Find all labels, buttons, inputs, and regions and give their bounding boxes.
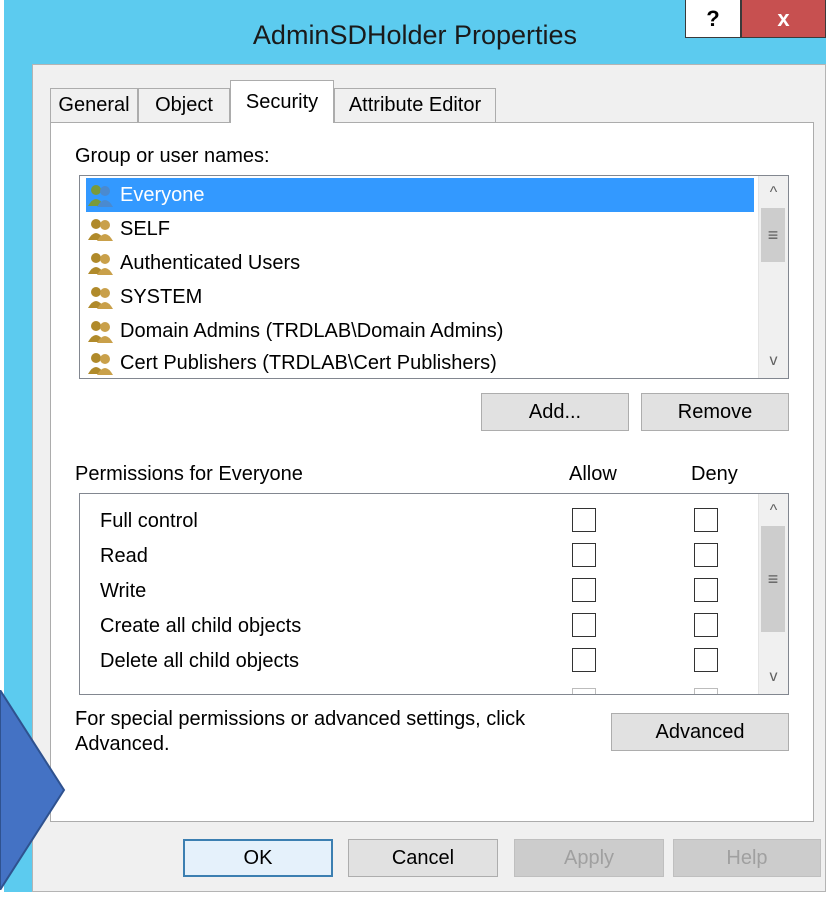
user-name: Authenticated Users: [120, 251, 301, 274]
advanced-hint-line2: Advanced.: [75, 733, 170, 755]
cancel-button[interactable]: Cancel: [348, 839, 498, 877]
tab-general[interactable]: General: [50, 88, 138, 122]
user-list-item-self[interactable]: SELF: [86, 212, 754, 246]
permission-row-write: Write: [100, 579, 147, 602]
callout-arrow-icon: [0, 690, 66, 890]
apply-button[interactable]: Apply: [514, 839, 664, 877]
tab-security[interactable]: Security: [230, 80, 334, 123]
scroll-thumb[interactable]: ≡: [761, 208, 785, 262]
dialog-client-area: General Object Security Attribute Editor…: [32, 64, 826, 892]
allow-column-header: Allow: [569, 463, 617, 485]
user-list-item-domain-admins[interactable]: Domain Admins (TRDLAB\Domain Admins): [86, 314, 754, 348]
user-group-icon: [88, 321, 113, 343]
remove-button[interactable]: Remove: [641, 393, 789, 431]
permissions-list[interactable]: Full control Read Write Create all child…: [79, 493, 789, 695]
scroll-up-icon[interactable]: ^: [759, 496, 788, 526]
permissions-for-label: Permissions for Everyone: [75, 463, 303, 485]
properties-window: AdminSDHolder Properties ? x General Obj…: [4, 0, 826, 892]
deny-checkbox-partial: [694, 688, 718, 694]
security-tab-panel: Group or user names: Everyone SELF Authe…: [50, 122, 814, 822]
tab-object[interactable]: Object: [138, 88, 230, 122]
allow-checkbox-read[interactable]: [572, 543, 596, 567]
user-list-item-authenticated-users[interactable]: Authenticated Users: [86, 246, 754, 280]
scroll-thumb[interactable]: ≡: [761, 526, 785, 632]
advanced-hint-line1: For special permissions or advanced sett…: [75, 708, 526, 730]
permission-row-full-control: Full control: [100, 509, 198, 532]
help-button[interactable]: Help: [673, 839, 821, 877]
user-group-icon: [88, 185, 113, 207]
user-name: SYSTEM: [120, 285, 203, 308]
user-list-item-everyone[interactable]: Everyone: [86, 178, 754, 212]
allow-checkbox-delete-child[interactable]: [572, 648, 596, 672]
deny-checkbox-full-control[interactable]: [694, 508, 718, 532]
deny-checkbox-delete-child[interactable]: [694, 648, 718, 672]
deny-column-header: Deny: [691, 463, 738, 485]
advanced-button[interactable]: Advanced: [611, 713, 789, 751]
scroll-down-icon[interactable]: v: [759, 346, 788, 376]
user-group-icon: [88, 287, 113, 309]
help-icon[interactable]: ?: [685, 0, 741, 38]
permission-row-create-child: Create all child objects: [100, 614, 302, 637]
allow-checkbox-write[interactable]: [572, 578, 596, 602]
allow-checkbox-create-child[interactable]: [572, 613, 596, 637]
user-group-icon: [88, 253, 113, 275]
user-name: Cert Publishers (TRDLAB\Cert Publishers): [120, 351, 497, 374]
permission-row-read: Read: [100, 544, 148, 567]
permissions-scrollbar[interactable]: ^ ≡ v: [758, 494, 788, 694]
deny-checkbox-write[interactable]: [694, 578, 718, 602]
user-group-icon: [88, 219, 113, 241]
add-button[interactable]: Add...: [481, 393, 629, 431]
user-name: Everyone: [120, 183, 205, 206]
title-bar[interactable]: AdminSDHolder Properties ? x: [4, 0, 826, 64]
group-or-user-names-label: Group or user names:: [75, 145, 270, 167]
user-name: Domain Admins (TRDLAB\Domain Admins): [120, 319, 504, 342]
user-group-icon: [88, 353, 113, 375]
permission-row-delete-child: Delete all child objects: [100, 649, 299, 672]
allow-checkbox-partial: [572, 688, 596, 694]
user-list-item-system[interactable]: SYSTEM: [86, 280, 754, 314]
deny-checkbox-create-child[interactable]: [694, 613, 718, 637]
deny-checkbox-read[interactable]: [694, 543, 718, 567]
user-list-scrollbar[interactable]: ^ ≡ v: [758, 176, 788, 378]
close-icon[interactable]: x: [741, 0, 826, 38]
user-list[interactable]: Everyone SELF Authenticated Users SYSTEM…: [79, 175, 789, 379]
user-list-item-cert-publishers[interactable]: Cert Publishers (TRDLAB\Cert Publishers): [86, 346, 754, 380]
tab-attribute-editor[interactable]: Attribute Editor: [334, 88, 496, 122]
user-name: SELF: [120, 217, 171, 240]
allow-checkbox-full-control[interactable]: [572, 508, 596, 532]
ok-button[interactable]: OK: [183, 839, 333, 877]
scroll-down-icon[interactable]: v: [759, 662, 788, 692]
scroll-up-icon[interactable]: ^: [759, 178, 788, 208]
